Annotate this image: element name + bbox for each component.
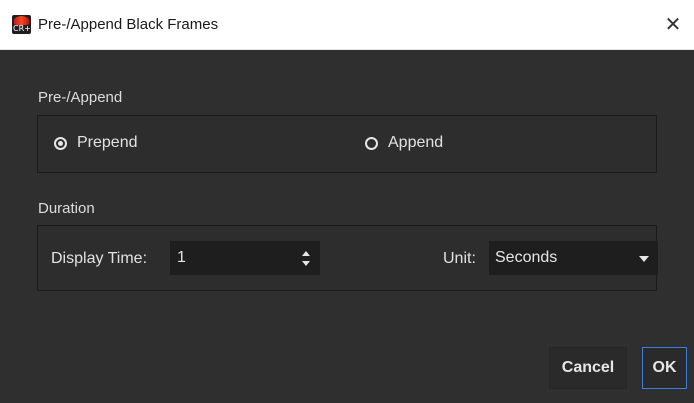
display-time-spinbox[interactable] [170, 241, 320, 275]
title-bar: CR+ Pre-/Append Black Frames ✕ [0, 0, 694, 50]
window-title: Pre-/Append Black Frames [38, 16, 219, 33]
display-time-label: Display Time: [51, 250, 148, 267]
unit-selected-value: Seconds [495, 249, 558, 266]
append-radio[interactable]: Append [365, 134, 443, 152]
prepend-radio[interactable]: Prepend [54, 134, 138, 152]
spin-down-icon[interactable] [302, 261, 310, 266]
duration-heading: Duration [38, 200, 95, 217]
unit-label: Unit: [443, 250, 476, 267]
ok-button[interactable]: OK [642, 347, 687, 389]
app-icon-text: CR+ [13, 24, 31, 33]
unit-select[interactable]: Seconds [489, 241, 658, 275]
display-time-input[interactable] [171, 242, 289, 274]
app-icon: CR+ [12, 15, 31, 34]
pre-append-heading: Pre-/Append [38, 89, 123, 106]
cancel-button[interactable]: Cancel [549, 347, 627, 389]
radio-checked-icon [54, 136, 67, 150]
chevron-down-icon [639, 256, 649, 262]
prepend-label: Prepend [77, 134, 138, 151]
close-icon: ✕ [664, 14, 682, 36]
duration-group: Display Time: Unit: Seconds [37, 225, 658, 291]
append-label: Append [388, 134, 444, 151]
dialog-body: Pre-/Append Prepend Append Duration Disp… [0, 50, 694, 403]
spin-up-icon[interactable] [302, 251, 310, 256]
radio-unchecked-icon [365, 136, 378, 150]
close-button[interactable]: ✕ [660, 12, 686, 38]
pre-append-group: Prepend Append [37, 115, 657, 173]
